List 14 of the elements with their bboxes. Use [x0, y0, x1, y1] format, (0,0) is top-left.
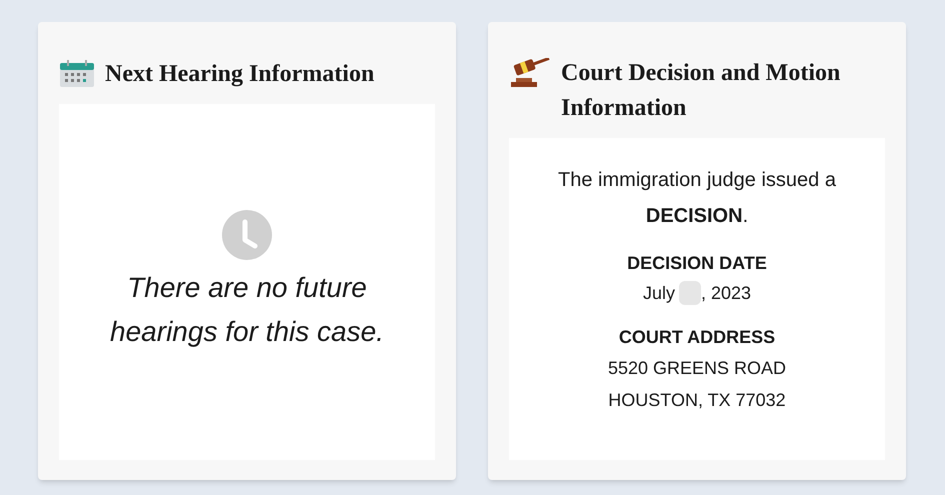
address-line: HOUSTON, TX 77032 — [608, 389, 786, 412]
date-month: July — [642, 282, 675, 305]
section-heading: COURT ADDRESS — [618, 326, 776, 349]
date-year: , 2023 — [700, 282, 752, 305]
no-hearings-message: There are no future hearings for this case. — [109, 271, 385, 349]
gavel-icon — [509, 58, 551, 88]
address-line: 5520 GREENS ROAD — [608, 357, 786, 380]
redaction-mark — [678, 281, 701, 305]
calendar-icon — [59, 60, 95, 88]
decision-summary: The immigration judge issued a DECISION. — [557, 168, 837, 229]
card-title: Next Hearing Information — [105, 60, 374, 89]
card-title-text: Court Decision and Motion Information — [561, 59, 842, 123]
clock-icon — [222, 210, 272, 260]
section-heading: DECISION DATE — [627, 252, 767, 275]
